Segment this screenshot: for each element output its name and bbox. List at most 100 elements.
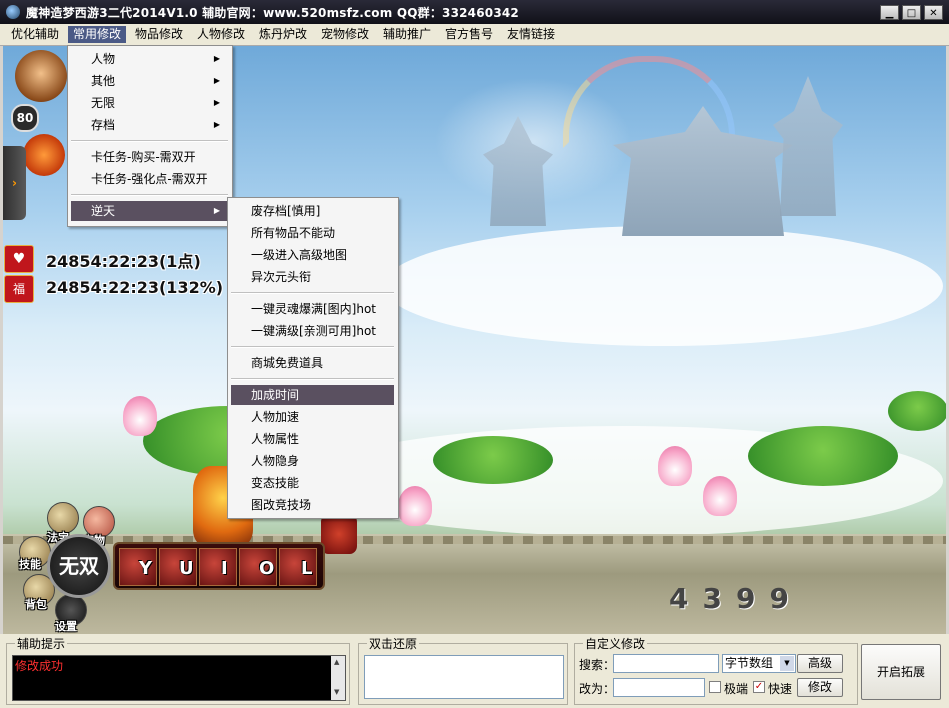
window-title: 魔神造梦西游3二代2014V1.0 辅助官网：www.520msfz.com Q… bbox=[26, 6, 519, 20]
menu-bar: 优化辅助 常用修改 物品修改 人物修改 炼丹炉改 宠物修改 辅助推广 官方售号 … bbox=[0, 24, 949, 46]
dd-item-task-buy[interactable]: 卡任务-购买-需双开 bbox=[71, 147, 228, 167]
dd-label: 无限 bbox=[91, 96, 116, 110]
buff-timer-1: 24854:22:23(1点) bbox=[46, 252, 201, 271]
menu-character-modify[interactable]: 人物修改 bbox=[192, 26, 250, 43]
restore-group: 双击还原 bbox=[358, 635, 568, 705]
lotus-leaf bbox=[888, 391, 946, 431]
sub-item-scrap-save[interactable]: 废存档[慎用] bbox=[231, 201, 394, 221]
dd-label: 其他 bbox=[91, 74, 116, 88]
lotus-flower bbox=[658, 446, 692, 486]
bag-label: 背包 bbox=[25, 598, 47, 611]
buff-timer-2: 24854:22:23(132%) bbox=[46, 278, 224, 297]
submenu-arrow-icon: ▶ bbox=[213, 206, 220, 215]
sub-item-bonus-time[interactable]: 加成时间 bbox=[231, 385, 394, 405]
cloud bbox=[383, 226, 943, 346]
menu-separator bbox=[231, 292, 394, 294]
dd-label: 人物 bbox=[91, 52, 116, 66]
menu-account-sale[interactable]: 官方售号 bbox=[440, 26, 498, 43]
dd-label: 逆天 bbox=[91, 204, 116, 218]
tower-decoration bbox=[773, 76, 843, 216]
pet-portrait[interactable] bbox=[23, 134, 65, 176]
sub-item-max-level[interactable]: 一键满级[亲测可用]hot bbox=[231, 321, 394, 341]
sub-item-freeze-items[interactable]: 所有物品不能动 bbox=[231, 223, 394, 243]
sub-item-attributes[interactable]: 人物属性 bbox=[231, 429, 394, 449]
hint-scrollbar[interactable]: ▲ ▼ bbox=[331, 656, 345, 700]
expand-button[interactable]: 开启拓展 bbox=[861, 644, 941, 700]
fast-checkbox[interactable]: ✓ bbox=[753, 681, 765, 693]
hint-group: 辅助提示 修改成功 ▲ ▼ bbox=[6, 635, 350, 705]
menu-friend-links[interactable]: 友情链接 bbox=[502, 26, 560, 43]
sub-item-free-shop[interactable]: 商城免费道具 bbox=[231, 353, 394, 373]
submenu-arrow-icon: ▶ bbox=[213, 54, 220, 63]
submenu-arrow-icon: ▶ bbox=[213, 120, 220, 129]
sub-item-arena[interactable]: 图改竞技场 bbox=[231, 495, 394, 515]
custom-group-title: 自定义修改 bbox=[583, 635, 648, 652]
type-select-value: 字节数组 bbox=[725, 656, 774, 670]
dd-item-task-enhance[interactable]: 卡任务-强化点-需双开 bbox=[71, 169, 228, 189]
hint-group-title: 辅助提示 bbox=[15, 635, 68, 652]
scroll-down-icon[interactable]: ▼ bbox=[334, 688, 339, 696]
extreme-label: 极端 bbox=[724, 682, 749, 696]
title-bar: 魔神造梦西游3二代2014V1.0 辅助官网：www.520msfz.com Q… bbox=[0, 0, 949, 24]
menu-optimize[interactable]: 优化辅助 bbox=[6, 26, 64, 43]
menu-separator bbox=[231, 346, 394, 348]
fast-label: 快速 bbox=[768, 682, 793, 696]
sub-item-high-map[interactable]: 一级进入高级地图 bbox=[231, 245, 394, 265]
extreme-checkbox[interactable] bbox=[709, 681, 721, 693]
dd-item-character[interactable]: 人物 ▶ bbox=[71, 49, 228, 69]
skill-bar: Y U I O L bbox=[113, 542, 325, 590]
sub-item-soul-full[interactable]: 一键灵魂爆满[图内]hot bbox=[231, 299, 394, 319]
menu-separator bbox=[71, 140, 228, 142]
scroll-up-icon[interactable]: ▲ bbox=[334, 658, 339, 666]
restore-list[interactable] bbox=[364, 655, 564, 699]
hint-textbox[interactable]: 修改成功 ▲ ▼ bbox=[12, 655, 346, 701]
fortune-buff-icon: 福 bbox=[4, 275, 34, 303]
menu-alchemy-modify[interactable]: 炼丹炉改 bbox=[254, 26, 312, 43]
menu-common-modify[interactable]: 常用修改 bbox=[68, 26, 127, 43]
dd-item-infinite[interactable]: 无限 ▶ bbox=[71, 93, 228, 113]
dd-item-save[interactable]: 存档 ▶ bbox=[71, 115, 228, 135]
dd-item-nitian[interactable]: 逆天 ▶ bbox=[71, 201, 228, 221]
menu-separator bbox=[231, 378, 394, 380]
maximize-button[interactable]: □ bbox=[902, 5, 921, 20]
advanced-button[interactable]: 高级 bbox=[797, 654, 843, 673]
search-label: 搜索： bbox=[579, 658, 616, 672]
menu-separator bbox=[71, 194, 228, 196]
tower-decoration bbox=[483, 116, 553, 226]
skill-key-u: U bbox=[179, 558, 194, 579]
change-input[interactable] bbox=[613, 678, 705, 697]
lotus-leaf bbox=[433, 436, 553, 484]
close-button[interactable]: ✕ bbox=[924, 5, 943, 20]
hint-text: 修改成功 bbox=[15, 659, 64, 673]
player-portrait[interactable] bbox=[15, 50, 67, 102]
search-input[interactable] bbox=[613, 654, 719, 673]
enemy-character bbox=[321, 514, 357, 554]
submenu-arrow-icon: ▶ bbox=[213, 98, 220, 107]
type-select[interactable]: 字节数组 ▼ bbox=[722, 654, 796, 673]
menu-pet-modify[interactable]: 宠物修改 bbox=[316, 26, 374, 43]
modify-button[interactable]: 修改 bbox=[797, 678, 843, 697]
minimize-button[interactable]: ▁ bbox=[880, 5, 899, 20]
side-panel-toggle[interactable]: › bbox=[3, 146, 26, 220]
level-badge: 80 bbox=[11, 104, 39, 132]
sub-item-title[interactable]: 异次元头衔 bbox=[231, 267, 394, 287]
custom-modify-group: 自定义修改 搜索： 字节数组 ▼ 高级 改为： 极端 ✓ 快速 修改 bbox=[574, 635, 858, 705]
wushuang-button[interactable]: 无双 bbox=[47, 534, 111, 598]
skill-key-i: I bbox=[221, 558, 228, 579]
common-modify-dropdown: 人物 ▶ 其他 ▶ 无限 ▶ 存档 ▶ 卡任务-购买-需双开 卡任务-强化点-需双开 逆… bbox=[67, 45, 233, 227]
menu-item-modify[interactable]: 物品修改 bbox=[130, 26, 188, 43]
bottom-panel: 辅助提示 修改成功 ▲ ▼ 双击还原 自定义修改 搜索： 字节数组 ▼ 高级 改… bbox=[0, 634, 949, 708]
skill-slot-i[interactable] bbox=[199, 548, 237, 586]
app-icon bbox=[6, 5, 20, 19]
skill-label: 技能 bbox=[19, 558, 41, 571]
settings-label: 设置 bbox=[55, 620, 77, 633]
sub-item-speed[interactable]: 人物加速 bbox=[231, 407, 394, 427]
sub-item-invisible[interactable]: 人物隐身 bbox=[231, 451, 394, 471]
chevron-down-icon[interactable]: ▼ bbox=[780, 656, 794, 671]
change-label: 改为： bbox=[579, 682, 616, 696]
skill-key-l: L bbox=[301, 558, 313, 579]
menu-promotion[interactable]: 辅助推广 bbox=[378, 26, 436, 43]
lotus-flower bbox=[398, 486, 432, 526]
dd-item-other[interactable]: 其他 ▶ bbox=[71, 71, 228, 91]
sub-item-skills[interactable]: 变态技能 bbox=[231, 473, 394, 493]
